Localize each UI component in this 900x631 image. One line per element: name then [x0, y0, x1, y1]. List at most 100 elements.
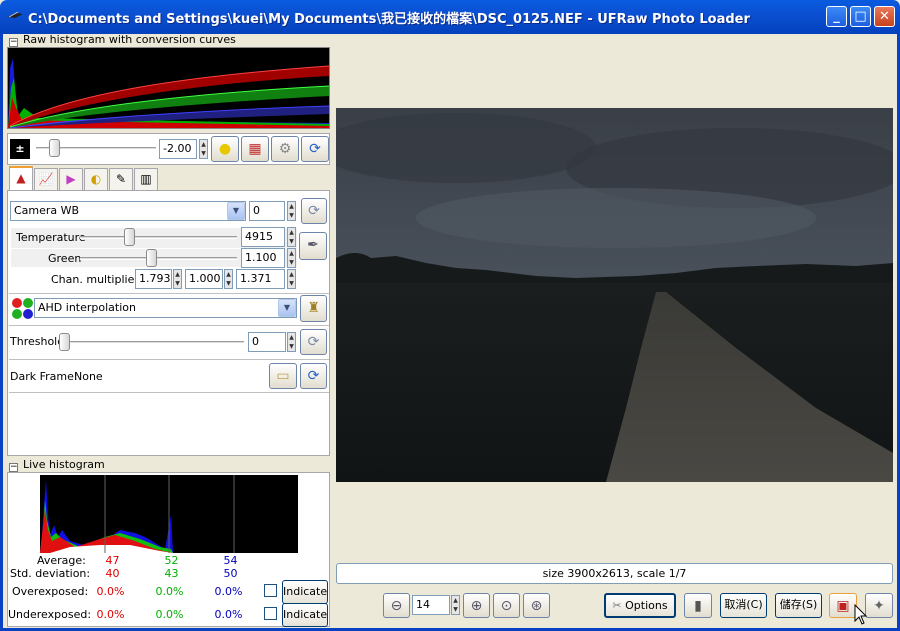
- chan-multiplier-blue[interactable]: 1.371: [236, 269, 285, 289]
- chevron-down-icon[interactable]: ▼: [227, 202, 245, 220]
- dark-frame-label: Dark Frame:: [10, 370, 78, 383]
- zoom-input[interactable]: 14: [412, 595, 450, 615]
- green-input[interactable]: 1.100: [241, 248, 285, 268]
- exif-tab[interactable]: ▥: [134, 168, 158, 190]
- status-text: size 3900x2613, scale 1/7: [542, 567, 687, 580]
- indicate-overexposed-button[interactable]: Indicate: [282, 580, 328, 604]
- zoom-in-button[interactable]: ⊕: [463, 593, 490, 618]
- curve-icon: 📈: [38, 172, 54, 186]
- exposure-spin-button[interactable]: ▲ ▼: [199, 139, 208, 159]
- threshold-slider-thumb[interactable]: [59, 333, 70, 351]
- reset-wb-button[interactable]: ⟳: [301, 198, 327, 224]
- color-adjust-button[interactable]: ▦: [241, 136, 269, 162]
- std-deviation-label: Std. deviation:: [10, 567, 91, 580]
- settings-button[interactable]: ⚙: [271, 136, 299, 162]
- collapse-icon[interactable]: −: [9, 38, 18, 47]
- maximize-button[interactable]: □: [850, 6, 871, 27]
- underexposed-blue: 0.0%: [214, 608, 243, 621]
- auto-exposure-button[interactable]: ●: [211, 136, 239, 162]
- wb-preset-dropdown[interactable]: Camera WB: [10, 201, 246, 221]
- image-preview[interactable]: [336, 108, 893, 482]
- green-label: Green: [48, 252, 82, 265]
- minimize-button[interactable]: _: [826, 6, 847, 27]
- threshold-label: Threshold: [10, 335, 65, 348]
- curve-tab[interactable]: 📈: [34, 168, 58, 190]
- green-slider-thumb[interactable]: [145, 249, 157, 267]
- temperature-slider-thumb[interactable]: [123, 228, 135, 246]
- chan-multiplier-green[interactable]: 1.000: [185, 269, 223, 289]
- wb-preset-value: Camera WB: [14, 204, 80, 217]
- average-blue: 54: [223, 554, 238, 567]
- ufraw-app-icon: [6, 8, 24, 24]
- collapse-icon[interactable]: −: [9, 463, 18, 472]
- options-button[interactable]: ✂ Options: [604, 593, 676, 618]
- cancel-button[interactable]: 取消(C): [720, 593, 767, 618]
- title-bar[interactable]: C:\Documents and Settings\kuei\My Docume…: [0, 0, 900, 34]
- chan-green-spin[interactable]: ▲ ▼: [224, 269, 233, 289]
- mouse-cursor-icon: [854, 603, 868, 626]
- trash-icon: ▮: [694, 598, 702, 614]
- threshold-input[interactable]: 0: [248, 332, 286, 352]
- reset-threshold-button[interactable]: ⟳: [300, 329, 327, 355]
- chan-blue-spin[interactable]: ▲ ▼: [287, 269, 296, 289]
- std-blue: 50: [223, 567, 238, 580]
- interpolation-value: AHD interpolation: [38, 301, 136, 314]
- dark-frame-value: None: [74, 370, 103, 383]
- color-grid-icon: ▦: [248, 141, 262, 157]
- smoothing-button[interactable]: ♜: [300, 295, 327, 322]
- exposure-slider-thumb[interactable]: [49, 139, 60, 157]
- green-spin[interactable]: ▲ ▼: [287, 248, 296, 268]
- refresh-icon: ⟳: [308, 203, 320, 219]
- temperature-slider-track[interactable]: [80, 236, 237, 239]
- underexposed-checkbox[interactable]: [264, 607, 277, 620]
- separator: [9, 392, 329, 393]
- separator: [9, 325, 329, 326]
- reset-dark-frame-button[interactable]: ⟳: [300, 363, 327, 389]
- color-triangle-icon: ▶: [66, 172, 76, 186]
- threshold-spin[interactable]: ▲ ▼: [287, 332, 296, 352]
- overexposed-checkbox[interactable]: [264, 584, 277, 597]
- wb-fine-tune-spin[interactable]: ▲ ▼: [287, 201, 296, 221]
- load-dark-frame-button[interactable]: ▭: [269, 363, 297, 389]
- zoom-in-icon: ⊕: [470, 598, 483, 614]
- temperature-input[interactable]: 4915: [241, 227, 285, 247]
- lightness-tab[interactable]: ◐: [84, 168, 108, 190]
- chan-multiplier-red[interactable]: 1.793: [135, 269, 172, 289]
- window-title: C:\Documents and Settings\kuei\My Docume…: [28, 12, 750, 27]
- average-red: 47: [105, 554, 120, 567]
- lightness-icon: ◐: [90, 172, 102, 186]
- live-histogram-expander[interactable]: −: [9, 459, 18, 472]
- overexposed-green: 0.0%: [155, 585, 184, 598]
- refresh-icon: ⟳: [309, 141, 321, 157]
- interpolation-dropdown[interactable]: AHD interpolation: [34, 298, 297, 318]
- overexposed-red: 0.0%: [96, 585, 125, 598]
- tools-icon: ✂: [612, 599, 622, 612]
- wb-fine-tune-input[interactable]: 0: [249, 201, 285, 221]
- delete-button[interactable]: ▮: [684, 593, 712, 618]
- folder-icon: ▭: [276, 368, 290, 384]
- chevron-down-icon[interactable]: ▼: [278, 299, 296, 317]
- temperature-spin[interactable]: ▲ ▼: [287, 227, 296, 247]
- crop-icon: ✎: [115, 172, 127, 186]
- exposure-value-input[interactable]: -2.00: [159, 139, 197, 159]
- save-button[interactable]: 儲存(S): [775, 593, 822, 618]
- zoom-100-button[interactable]: ⊛: [523, 593, 550, 618]
- indicate-underexposed-button[interactable]: Indicate: [282, 603, 328, 627]
- raw-histogram-expander[interactable]: −: [9, 34, 18, 47]
- green-slider-track[interactable]: [80, 257, 237, 260]
- white-balance-icon: ▲: [16, 171, 26, 185]
- zoom-out-icon: ⊖: [390, 598, 403, 614]
- crop-tab[interactable]: ✎: [109, 168, 133, 190]
- save-as-button[interactable]: ▣: [829, 593, 857, 618]
- chan-red-spin[interactable]: ▲ ▼: [173, 269, 182, 289]
- close-button[interactable]: ✕: [874, 6, 895, 27]
- zoom-fit-button[interactable]: ⊙: [493, 593, 520, 618]
- send-to-gimp-button[interactable]: ✦: [865, 593, 893, 618]
- color-tab[interactable]: ▶: [59, 168, 83, 190]
- zoom-out-button[interactable]: ⊖: [383, 593, 410, 618]
- spot-wb-button[interactable]: ✒: [299, 232, 327, 260]
- white-balance-tab[interactable]: ▲: [9, 166, 33, 190]
- zoom-spin[interactable]: ▲ ▼: [451, 595, 460, 615]
- threshold-slider-track[interactable]: [60, 341, 244, 344]
- reset-exposure-button[interactable]: ⟳: [301, 136, 329, 162]
